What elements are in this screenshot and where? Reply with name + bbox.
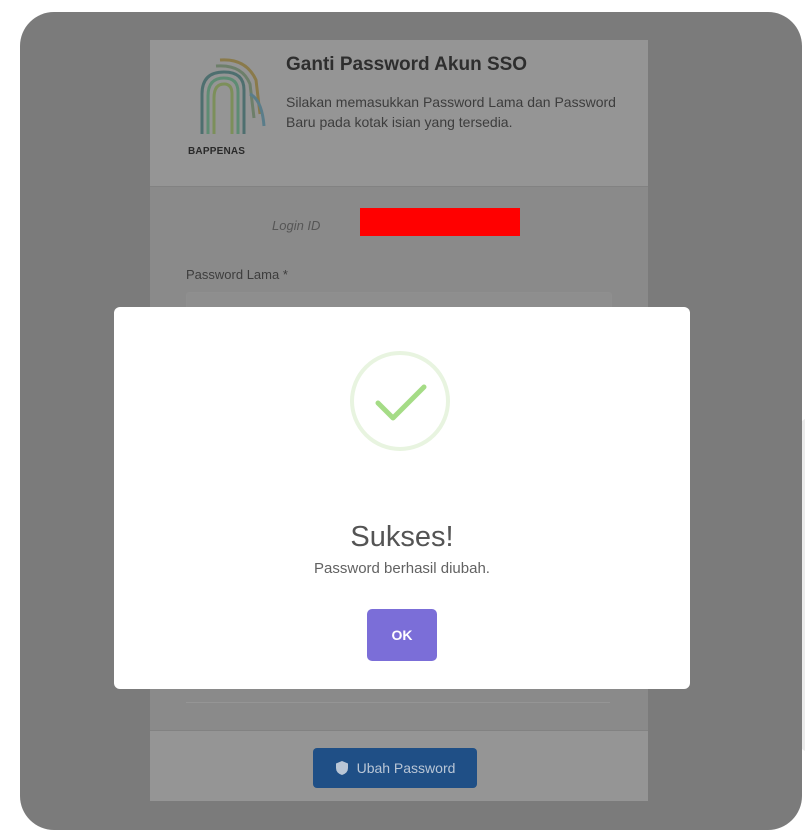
dialog-title: Sukses! [350,521,454,553]
checkmark-icon [350,351,450,451]
page-description: Silakan memasukkan Password Lama dan Pas… [286,94,616,130]
redacted-login-id [360,208,520,236]
ubah-password-label: Ubah Password [356,760,456,776]
password-lama-label: Password Lama * [186,267,288,282]
logo-text: BAPPENAS [188,146,246,157]
shield-icon [335,761,348,775]
login-id-label: Login ID [272,218,321,233]
card-footer: Ubah Password [150,730,648,801]
ubah-password-button[interactable]: Ubah Password [313,748,477,788]
card-header: BAPPENAS Ganti Password Akun SSO Silakan… [150,40,648,187]
success-dialog: Sukses! Password berhasil diubah. OK [114,307,690,689]
dialog-message: Password berhasil diubah. [314,560,490,577]
bappenas-logo: BAPPENAS [188,54,268,162]
ok-button[interactable]: OK [367,609,437,661]
form-divider [186,702,610,703]
page-title: Ganti Password Akun SSO [286,54,528,75]
bappenas-logo-mark [200,58,266,134]
